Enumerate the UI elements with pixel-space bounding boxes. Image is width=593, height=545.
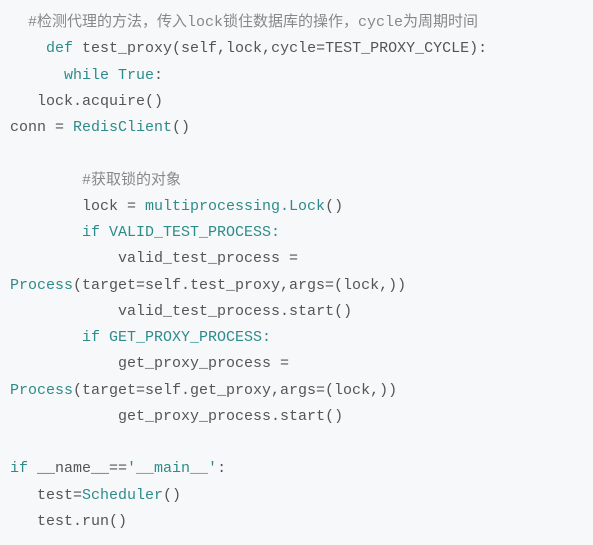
- comment-line: #检测代理的方法，传入lock锁住数据库的操作，cycle为周期时间: [28, 14, 478, 31]
- class-name: multiprocessing.Lock: [145, 198, 325, 215]
- code-text: (): [172, 119, 190, 136]
- class-name: Process: [10, 382, 73, 399]
- code-text: test=: [10, 487, 82, 504]
- const-name: GET_PROXY_PROCESS:: [100, 329, 271, 346]
- code-line: valid_test_process =: [10, 250, 307, 267]
- code-text: (target=self.test_proxy,args=(lock,)): [73, 277, 406, 294]
- class-name: Scheduler: [82, 487, 163, 504]
- code-text: conn =: [10, 119, 73, 136]
- code-line: get_proxy_process.start(): [10, 408, 343, 425]
- keyword-if: if: [82, 224, 100, 241]
- class-name: RedisClient: [73, 119, 172, 136]
- colon: :: [154, 67, 163, 84]
- code-block: #检测代理的方法，传入lock锁住数据库的操作，cycle为周期时间 def t…: [10, 10, 583, 535]
- keyword-while: while: [64, 67, 109, 84]
- code-text: (target=self.get_proxy,args=(lock,)): [73, 382, 397, 399]
- code-text: (): [325, 198, 343, 215]
- string-literal: '__main__': [127, 460, 217, 477]
- code-text: lock =: [10, 198, 145, 215]
- keyword-if: if: [82, 329, 100, 346]
- comment-line: #获取锁的对象: [82, 172, 181, 189]
- keyword-def: def: [46, 40, 73, 57]
- code-line: test.run(): [10, 513, 127, 530]
- code-text: __name__==: [28, 460, 127, 477]
- colon: :: [217, 460, 226, 477]
- builtin-true: True: [109, 67, 154, 84]
- code-line: get_proxy_process =: [10, 355, 298, 372]
- code-line: lock.acquire(): [10, 93, 163, 110]
- class-name: Process: [10, 277, 73, 294]
- const-name: VALID_TEST_PROCESS:: [100, 224, 280, 241]
- code-text: (): [163, 487, 181, 504]
- keyword-if: if: [10, 460, 28, 477]
- fn-name: test_proxy(self,lock,cycle=TEST_PROXY_CY…: [73, 40, 487, 57]
- code-line: valid_test_process.start(): [10, 303, 352, 320]
